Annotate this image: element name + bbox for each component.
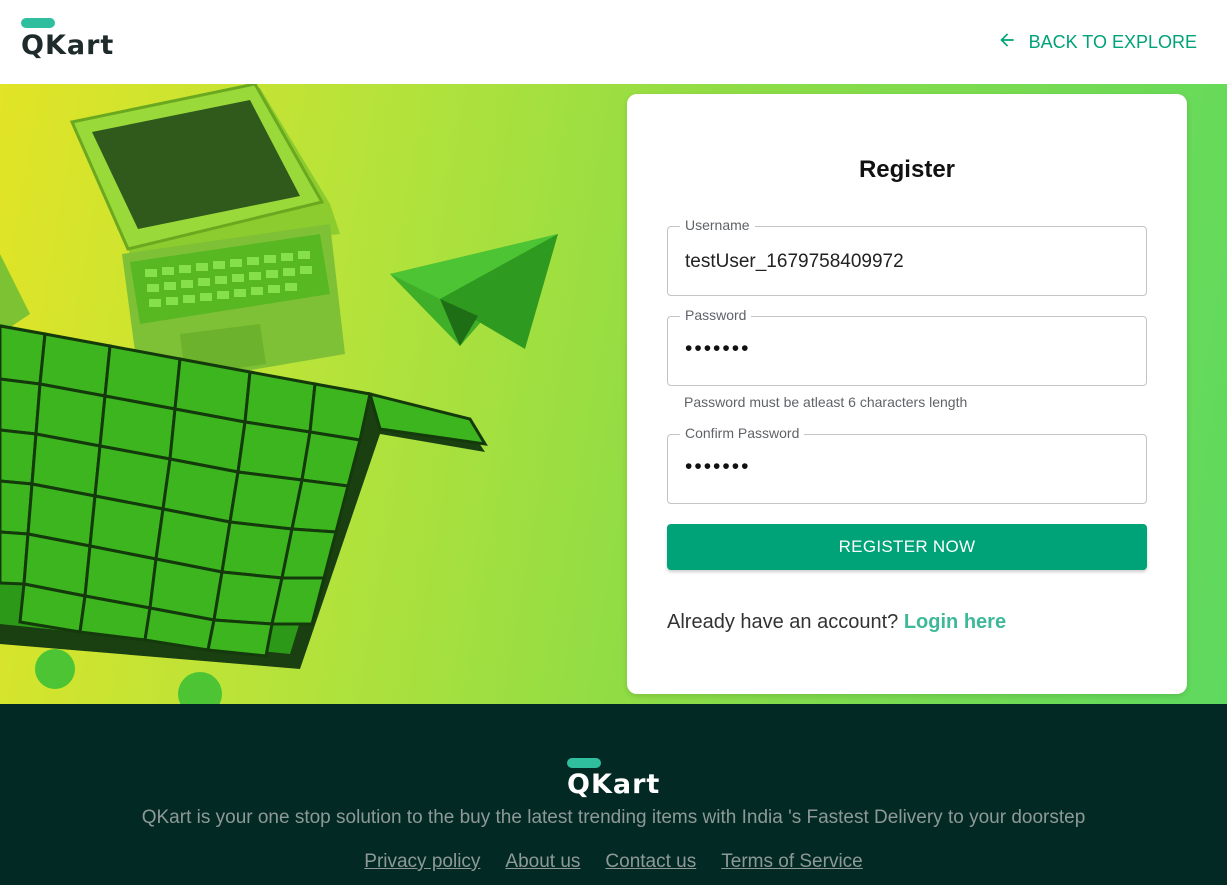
confirm-password-label: Confirm Password [680,425,805,441]
username-field[interactable]: Username testUser_1679758409972 [667,217,1147,296]
logo-bar [21,18,55,28]
register-now-button[interactable]: REGISTER NOW [667,524,1147,570]
header: QKart BACK TO EXPLORE [0,0,1227,84]
footer: QKart QKart is your one stop solution to… [0,704,1227,885]
paper-plane-illustration [390,234,558,349]
qkart-logo[interactable]: QKart [21,18,121,68]
about-us-link[interactable]: About us [505,851,580,873]
username-label: Username [680,217,755,233]
password-label: Password [680,307,752,323]
footer-links: Privacy policy About us Contact us Terms… [0,851,1227,873]
password-helper-text: Password must be atleast 6 characters le… [684,394,968,410]
shopping-cart-illustration [0,324,488,704]
footer-description: QKart is your one stop solution to the b… [141,807,1086,828]
privacy-policy-link[interactable]: Privacy policy [364,851,480,873]
shopping-illustration [0,84,558,704]
login-here-link[interactable]: Login here [904,611,1006,633]
confirm-password-field[interactable]: Confirm Password ••••••• [667,425,1147,504]
footer-logo: QKart [567,758,677,802]
username-input[interactable]: testUser_1679758409972 [685,251,904,273]
back-to-explore-label: BACK TO EXPLORE [1028,31,1197,52]
password-field[interactable]: Password ••••••• [667,307,1147,386]
back-to-explore-button[interactable]: BACK TO EXPLORE [997,30,1197,54]
footer-logo-bar [567,758,601,768]
logo-text: QKart [21,30,115,61]
contact-us-link[interactable]: Contact us [605,851,696,873]
confirm-password-input[interactable]: ••••••• [685,455,750,479]
login-prompt: Already have an account? Login here [667,611,1006,634]
footer-logo-text: QKart [567,769,661,800]
register-card: Register Username testUser_1679758409972… [627,94,1187,694]
laptop-illustration [69,84,345,389]
arrow-left-icon [997,30,1017,55]
account-prompt-text: Already have an account? [667,611,899,633]
terms-of-service-link[interactable]: Terms of Service [721,851,862,873]
password-input[interactable]: ••••••• [685,337,750,361]
register-title: Register [858,156,956,183]
